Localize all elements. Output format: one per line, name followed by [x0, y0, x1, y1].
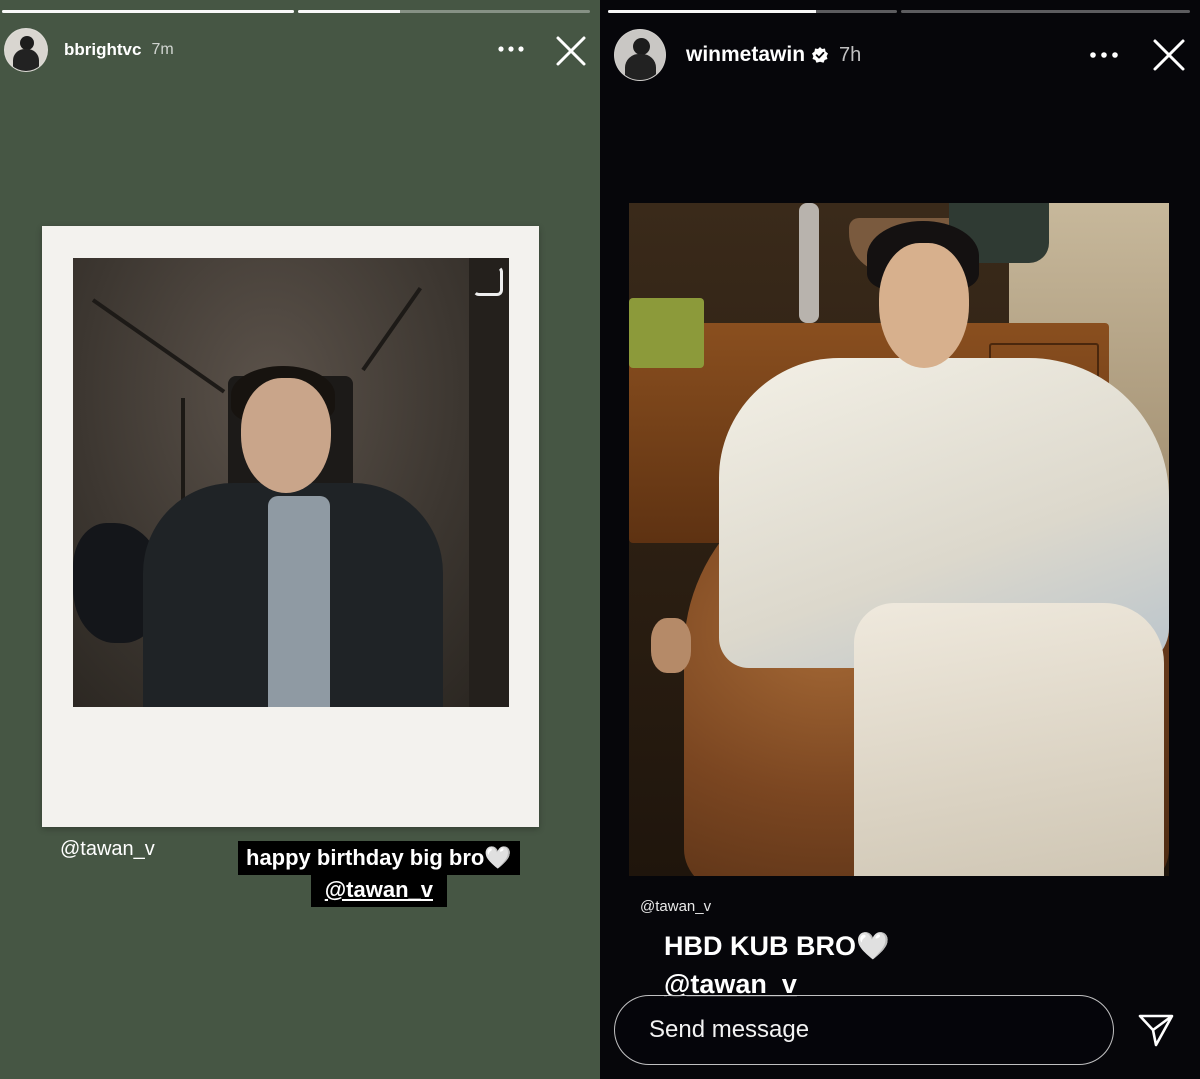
progress-segment [298, 10, 590, 13]
caption-line: HBD KUB BRO🤍 [664, 931, 890, 961]
close-icon[interactable] [552, 32, 590, 70]
send-message-input[interactable] [614, 995, 1114, 1065]
timestamp: 7h [839, 43, 862, 66]
timestamp: 7m [151, 41, 174, 58]
username[interactable]: winmetawin [686, 43, 805, 67]
more-icon[interactable] [496, 36, 526, 62]
mention-tag[interactable]: @tawan_v [640, 898, 711, 915]
story-image [73, 258, 509, 707]
avatar[interactable] [4, 28, 48, 72]
caption: happy birthday big bro🤍 @tawan_v [238, 841, 520, 907]
progress-segment [608, 10, 897, 13]
username[interactable]: bbrightvc [64, 40, 141, 60]
story-progress [608, 10, 1190, 13]
send-icon[interactable] [1134, 1008, 1178, 1052]
verified-badge-icon [811, 46, 829, 64]
caption-line: happy birthday big bro🤍 [238, 841, 520, 875]
story-image [629, 203, 1169, 876]
story-winmetawin: winmetawin 7h @tawan_v HBD KUB BRO🤍 @taw… [600, 0, 1200, 1079]
repost-icon [473, 266, 503, 296]
progress-segment [2, 10, 294, 13]
story-progress [2, 10, 590, 13]
polaroid-photo [42, 226, 539, 827]
more-icon[interactable] [1086, 40, 1122, 70]
progress-fill [2, 10, 294, 13]
progress-fill [608, 10, 817, 13]
avatar[interactable] [614, 29, 666, 81]
close-icon[interactable] [1148, 34, 1190, 76]
mention-tag[interactable]: @tawan_v [60, 838, 155, 861]
story-bbrightvc: bbrightvc 7m @tawan_v happy birthday big… [0, 0, 600, 1079]
progress-segment [901, 10, 1190, 13]
caption-mention[interactable]: @tawan_v [310, 873, 447, 907]
progress-fill [298, 10, 401, 13]
